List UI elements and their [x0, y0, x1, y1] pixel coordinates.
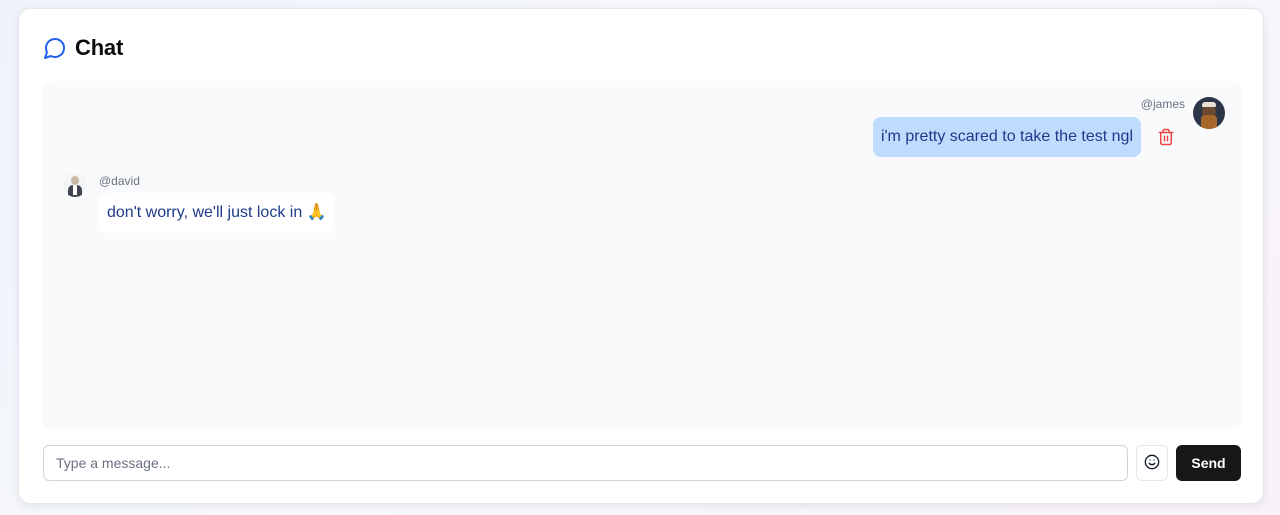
- smile-icon: [1144, 454, 1160, 473]
- trash-icon[interactable]: [1157, 127, 1175, 147]
- message-outgoing: @james i'm pretty scared to take the tes…: [805, 97, 1225, 161]
- message-list[interactable]: @james i'm pretty scared to take the tes…: [43, 81, 1241, 429]
- message-username: @david: [99, 174, 140, 188]
- message-username: @james: [1140, 97, 1185, 111]
- avatar: [63, 173, 87, 197]
- composer: Send: [43, 445, 1241, 481]
- emoji-button[interactable]: [1136, 445, 1168, 481]
- message-bubble: i'm pretty scared to take the test ngl: [872, 117, 1141, 157]
- message-circle-icon: [43, 36, 67, 60]
- message-incoming: @david don't worry, we'll just lock in 🙏: [63, 173, 483, 237]
- chat-header: Chat: [43, 35, 123, 61]
- page-title: Chat: [75, 35, 124, 60]
- send-button[interactable]: Send: [1176, 445, 1241, 481]
- avatar: [1193, 97, 1225, 129]
- message-input[interactable]: [43, 445, 1128, 481]
- message-bubble: don't worry, we'll just lock in 🙏: [99, 193, 335, 233]
- chat-card: Chat @james i'm pretty scared to take th…: [18, 8, 1264, 504]
